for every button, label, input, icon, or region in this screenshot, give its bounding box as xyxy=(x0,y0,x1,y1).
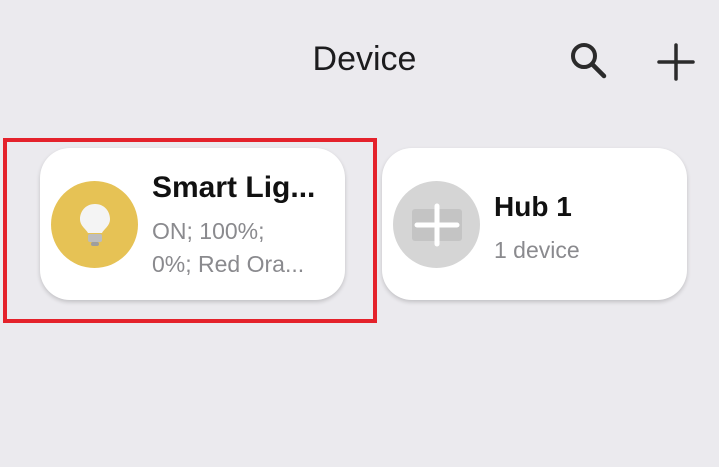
add-device-button[interactable] xyxy=(654,40,698,84)
device-icon-circle xyxy=(393,181,480,268)
search-button[interactable] xyxy=(567,40,611,84)
device-name: Hub 1 xyxy=(494,191,572,222)
page-title: Device xyxy=(312,40,417,78)
device-screen: Device Smart Lig... ON; 100%; 0%; Red Or… xyxy=(0,0,719,467)
device-status-line-1: 1 device xyxy=(494,237,580,263)
hub-icon xyxy=(411,203,462,246)
selection-highlight xyxy=(3,138,377,323)
plus-icon xyxy=(657,43,695,81)
device-card-hub[interactable]: Hub 1 1 device xyxy=(382,148,687,300)
search-icon xyxy=(571,43,607,79)
header: Device xyxy=(0,0,719,120)
